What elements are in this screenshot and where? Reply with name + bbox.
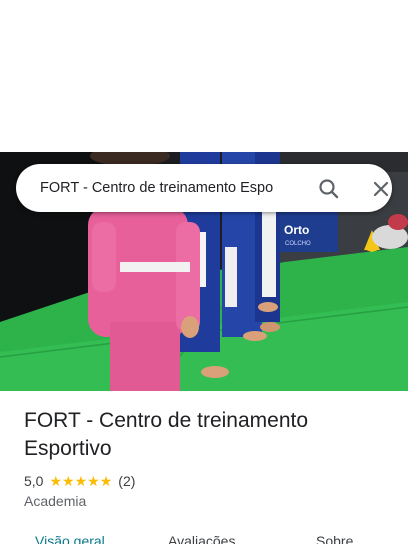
tab-reviews[interactable]: Avaliações <box>168 532 235 544</box>
sign-text: Orto <box>284 223 309 237</box>
star-icon: ★ <box>99 473 113 489</box>
rating-row[interactable]: 5,0 ★ ★ ★ ★ ★ (2) <box>24 471 135 491</box>
search-icon <box>319 179 339 199</box>
review-count[interactable]: (2) <box>118 473 135 489</box>
search-bar[interactable]: FORT - Centro de treinamento Espo <box>16 164 392 212</box>
sign-subtext: COLCHO <box>285 241 311 247</box>
star-icon: ★ <box>74 473 88 489</box>
top-blank-area <box>0 0 408 152</box>
search-button[interactable] <box>316 176 342 202</box>
rating-value: 5,0 <box>24 473 44 489</box>
place-tabs: Visão geral Avaliações Sobre <box>0 528 408 544</box>
star-icon: ★ <box>87 473 100 489</box>
search-input[interactable]: FORT - Centro de treinamento Espo <box>40 164 302 212</box>
star-icon: ★ <box>49 473 63 489</box>
tab-about[interactable]: Sobre <box>316 532 353 544</box>
maps-place-screen: Orto COLCHO FORT - Centro de treinamento… <box>0 0 408 544</box>
close-icon <box>373 181 389 197</box>
place-title: FORT - Centro de treinamento Esportivo <box>24 409 309 460</box>
star-icon: ★ <box>62 473 75 489</box>
close-button[interactable] <box>368 176 394 202</box>
tab-overview[interactable]: Visão geral <box>35 532 105 544</box>
star-rating: ★ ★ ★ ★ ★ <box>49 474 112 488</box>
place-category[interactable]: Academia <box>24 492 86 510</box>
